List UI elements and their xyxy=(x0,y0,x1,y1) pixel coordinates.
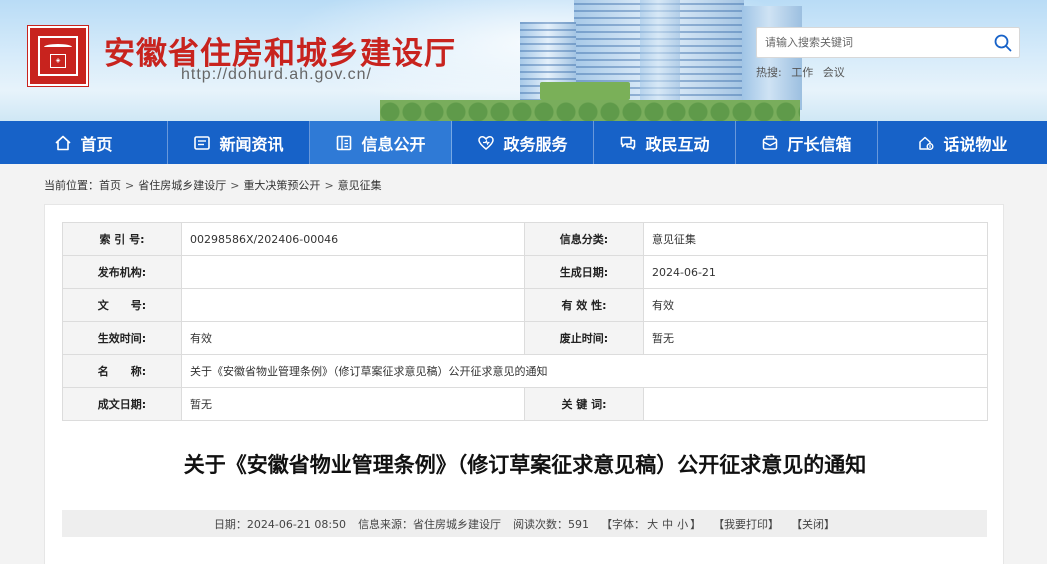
font-size-suffix: 】 xyxy=(690,517,702,531)
nav-item-label: 信息公开 xyxy=(361,134,426,154)
nav-item-gov-services[interactable]: 政务服务 xyxy=(452,121,594,164)
search-icon[interactable] xyxy=(993,33,1013,53)
meta-value-written-date: 暂无 xyxy=(181,387,525,421)
document-meta-table: 索 引 号: 00298586X/202406-00046 信息分类: 意见征集… xyxy=(62,222,988,421)
font-size-controls: 【字体：大中小】 xyxy=(601,516,701,532)
nav-item-label: 新闻资讯 xyxy=(219,134,284,154)
meta-label-effective-time: 生效时间: xyxy=(62,321,182,355)
service-icon xyxy=(477,134,495,152)
table-row: 文 号: 有 效 性: 有效 xyxy=(62,288,988,322)
table-row: 生效时间: 有效 废止时间: 暂无 xyxy=(62,321,988,355)
breadcrumb-link-opinion-collection[interactable]: 意见征集 xyxy=(338,179,382,192)
mailbox-icon xyxy=(761,134,779,152)
breadcrumb-link-department[interactable]: 省住房城乡建设厅 xyxy=(138,179,226,192)
breadcrumb: 当前位置：首页 > 省住房城乡建设厅 > 重大决策预公开 > 意见征集 xyxy=(44,177,382,193)
print-button[interactable]: 【我要打印】 xyxy=(713,516,779,532)
meta-value-publisher xyxy=(181,255,525,289)
font-size-prefix: 【字体： xyxy=(601,517,646,531)
meta-label-repeal-time: 废止时间: xyxy=(524,321,644,355)
news-icon xyxy=(193,134,211,152)
search-input[interactable] xyxy=(765,28,985,57)
meta-value-effective-time: 有效 xyxy=(181,321,525,355)
meta-value-created-date: 2024-06-21 xyxy=(643,255,988,289)
nav-item-label: 首页 xyxy=(80,134,113,154)
font-size-small-button[interactable]: 小 xyxy=(677,518,688,531)
property-icon xyxy=(917,134,935,152)
nav-item-label: 话说物业 xyxy=(943,134,1008,154)
nav-item-interaction[interactable]: 政民互动 xyxy=(594,121,736,164)
table-row: 成文日期: 暂无 关 键 词: xyxy=(62,387,988,421)
header-building-right xyxy=(742,6,802,110)
breadcrumb-separator: > xyxy=(324,179,334,192)
hot-keyword[interactable]: 工作 xyxy=(791,66,813,79)
nav-item-news[interactable]: 新闻资讯 xyxy=(168,121,310,164)
article-date: 日期：2024-06-21 08:50 xyxy=(213,517,347,531)
meta-value-name: 关于《安徽省物业管理条例》（修订草案征求意见稿）公开征求意见的通知 xyxy=(181,354,988,388)
table-row: 索 引 号: 00298586X/202406-00046 信息分类: 意见征集 xyxy=(62,222,988,256)
meta-label-name: 名 称: xyxy=(62,354,182,388)
meta-label-publisher: 发布机构: xyxy=(62,255,182,289)
article-view-count: 阅读次数：591 xyxy=(513,517,590,531)
site-url: http://dohurd.ah.gov.cn/ xyxy=(181,66,372,83)
breadcrumb-link-decision-disclosure[interactable]: 重大决策预公开 xyxy=(243,179,320,192)
logo-roof-shape xyxy=(44,44,72,50)
font-size-large-button[interactable]: 大 xyxy=(647,518,658,531)
nav-item-director-mailbox[interactable]: 厅长信箱 xyxy=(736,121,878,164)
nav-item-home[interactable]: 首页 xyxy=(0,121,168,164)
hot-search: 热搜: 工作 会议 xyxy=(756,64,851,80)
header-trees xyxy=(380,100,800,121)
breadcrumb-separator: > xyxy=(125,179,135,192)
meta-value-validity: 有效 xyxy=(643,288,988,322)
table-row: 名 称: 关于《安徽省物业管理条例》（修订草案征求意见稿）公开征求意见的通知 xyxy=(62,354,988,388)
meta-label-created-date: 生成日期: xyxy=(524,255,644,289)
content-panel: 索 引 号: 00298586X/202406-00046 信息分类: 意见征集… xyxy=(44,204,1004,564)
meta-label-doc-number: 文 号: xyxy=(62,288,182,322)
breadcrumb-separator: > xyxy=(230,179,240,192)
site-header: ◈ 安徽省住房和城乡建设厅 http://dohurd.ah.gov.cn/ 热… xyxy=(0,0,1047,121)
meta-value-repeal-time: 暂无 xyxy=(643,321,988,355)
nav-item-label: 厅长信箱 xyxy=(787,134,852,154)
font-size-medium-button[interactable]: 中 xyxy=(662,518,673,531)
main-nav: 首页 新闻资讯 信息公开 政务服务 政民互动 厅长信箱 话说物业 xyxy=(0,121,1047,164)
table-row: 发布机构: 生成日期: 2024-06-21 xyxy=(62,255,988,289)
meta-value-doc-number xyxy=(181,288,525,322)
breadcrumb-link-home[interactable]: 首页 xyxy=(99,179,121,192)
meta-label-validity: 有 效 性: xyxy=(524,288,644,322)
meta-label-index: 索 引 号: xyxy=(62,222,182,256)
hot-search-label: 热搜: xyxy=(756,66,782,79)
close-button[interactable]: 【关闭】 xyxy=(791,516,835,532)
article-info-bar: 日期：2024-06-21 08:50 信息来源：省住房城乡建设厅 阅读次数：5… xyxy=(62,510,987,537)
document-icon xyxy=(335,134,353,152)
nav-item-label: 政民互动 xyxy=(645,134,710,154)
search-box xyxy=(756,27,1020,58)
nav-item-label: 政务服务 xyxy=(503,134,568,154)
home-icon xyxy=(54,134,72,152)
article-title: 关于《安徽省物业管理条例》（修订草案征求意见稿）公开征求意见的通知 xyxy=(183,453,867,477)
hot-keyword[interactable]: 会议 xyxy=(823,66,845,79)
nav-item-info-disclosure[interactable]: 信息公开 xyxy=(310,121,452,164)
meta-label-keywords: 关 键 词: xyxy=(524,387,644,421)
article-source: 信息来源：省住房城乡建设厅 xyxy=(358,517,502,531)
nav-item-property-talk[interactable]: 话说物业 xyxy=(878,121,1047,164)
meta-value-category: 意见征集 xyxy=(643,222,988,256)
meta-label-written-date: 成文日期: xyxy=(62,387,182,421)
site-logo[interactable]: ◈ xyxy=(28,26,88,86)
logo-frame: ◈ xyxy=(38,36,78,76)
meta-value-index: 00298586X/202406-00046 xyxy=(181,222,525,256)
meta-label-category: 信息分类: xyxy=(524,222,644,256)
header-green-roof xyxy=(540,82,630,100)
logo-seal: ◈ xyxy=(50,54,66,68)
chat-icon xyxy=(619,134,637,152)
meta-value-keywords xyxy=(643,387,988,421)
breadcrumb-prefix: 当前位置： xyxy=(44,179,99,192)
header-building-far xyxy=(640,0,680,110)
